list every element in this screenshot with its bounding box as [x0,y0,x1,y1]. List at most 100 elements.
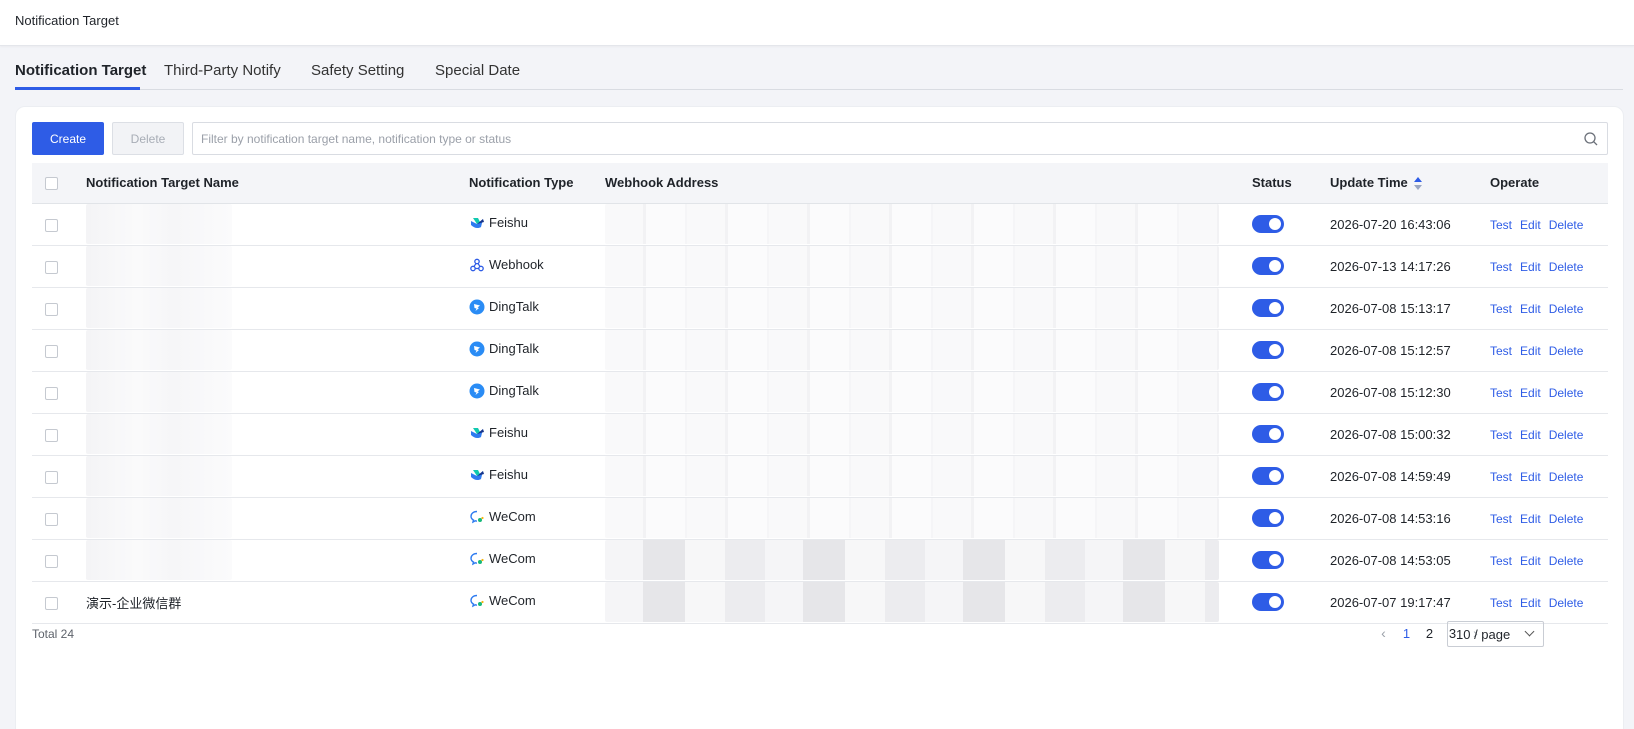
update-time: 2026-07-07 19:17:47 [1320,581,1480,624]
create-button[interactable]: Create [32,122,104,155]
status-toggle[interactable] [1252,551,1284,569]
row-checkbox[interactable] [45,470,58,484]
target-name [72,455,462,498]
status-toggle[interactable] [1252,383,1284,401]
search-input[interactable] [201,123,1571,154]
status-cell [1244,497,1320,540]
search-icon[interactable] [1583,131,1599,147]
table-body: Feishu 2026-07-20 16:43:06 Test Edit Delet… [32,203,1608,624]
delete-link[interactable]: Delete [1549,554,1584,568]
test-link[interactable]: Test [1490,470,1512,484]
edit-link[interactable]: Edit [1520,470,1541,484]
webhook-address [600,371,1244,414]
edit-link[interactable]: Edit [1520,344,1541,358]
row-checkbox-cell [32,287,72,330]
delete-link[interactable]: Delete [1549,302,1584,316]
target-name [72,413,462,456]
delete-link[interactable]: Delete [1549,344,1584,358]
webhook-address [600,539,1244,582]
operate-cell: Test Edit Delete [1480,329,1608,372]
row-checkbox-cell [32,497,72,540]
notification-type-label: Feishu [489,215,529,230]
webhook-address [600,413,1244,456]
update-time: 2026-07-20 16:43:06 [1320,203,1480,246]
row-checkbox[interactable] [45,428,58,442]
test-link[interactable]: Test [1490,554,1512,568]
page-2-button[interactable]: 2 [1418,626,1441,641]
update-time: 2026-07-08 15:12:30 [1320,371,1480,414]
status-toggle[interactable] [1252,257,1284,275]
edit-link[interactable]: Edit [1520,428,1541,442]
test-link[interactable]: Test [1490,428,1512,442]
top-bar: Notification Target [0,0,1634,46]
notification-type: WeCom [462,539,600,582]
row-checkbox-cell [32,581,72,624]
row-checkbox[interactable] [45,554,58,568]
status-toggle[interactable] [1252,215,1284,233]
row-checkbox-cell [32,329,72,372]
edit-link[interactable]: Edit [1520,386,1541,400]
operate-cell: Test Edit Delete [1480,245,1608,288]
row-checkbox[interactable] [45,386,58,400]
status-cell [1244,413,1320,456]
delete-link[interactable]: Delete [1549,386,1584,400]
edit-link[interactable]: Edit [1520,596,1541,610]
notification-type: Feishu [462,203,600,246]
update-time: 2026-07-08 14:53:16 [1320,497,1480,540]
delete-link[interactable]: Delete [1549,260,1584,274]
delete-link[interactable]: Delete [1549,596,1584,610]
status-toggle[interactable] [1252,299,1284,317]
header-update-time[interactable]: Update Time [1320,163,1480,204]
delete-link[interactable]: Delete [1549,218,1584,232]
tab-third-party-notify[interactable]: Third-Party Notify [164,62,281,79]
status-toggle[interactable] [1252,593,1284,611]
test-link[interactable]: Test [1490,386,1512,400]
notification-type-label: WeCom [489,509,536,524]
redacted-webhook [605,540,1219,580]
sort-icon[interactable] [1413,176,1422,191]
edit-link[interactable]: Edit [1520,554,1541,568]
page-size-select[interactable]: 10 / page [1447,621,1544,647]
edit-link[interactable]: Edit [1520,218,1541,232]
edit-link[interactable]: Edit [1520,512,1541,526]
edit-link[interactable]: Edit [1520,260,1541,274]
test-link[interactable]: Test [1490,344,1512,358]
status-toggle[interactable] [1252,467,1284,485]
row-checkbox[interactable] [45,344,58,358]
operate-cell: Test Edit Delete [1480,455,1608,498]
test-link[interactable]: Test [1490,596,1512,610]
row-checkbox[interactable] [45,512,58,526]
row-checkbox[interactable] [45,218,58,232]
status-cell [1244,329,1320,372]
page-1-button[interactable]: 1 [1395,626,1418,641]
select-all-cell [32,163,72,204]
webhook-icon [469,257,485,273]
row-checkbox[interactable] [45,302,58,316]
header-update-time-label: Update Time [1330,174,1408,190]
edit-link[interactable]: Edit [1520,302,1541,316]
tab-special-date[interactable]: Special Date [435,62,520,79]
delete-button[interactable]: Delete [112,122,184,155]
target-name [72,371,462,414]
delete-link[interactable]: Delete [1549,428,1584,442]
redacted-name [86,288,232,328]
test-link[interactable]: Test [1490,260,1512,274]
test-link[interactable]: Test [1490,302,1512,316]
content-card: Create Delete Notification Target Name N… [15,106,1624,729]
test-link[interactable]: Test [1490,512,1512,526]
row-checkbox[interactable] [45,260,58,274]
delete-link[interactable]: Delete [1549,470,1584,484]
status-toggle[interactable] [1252,341,1284,359]
status-cell [1244,581,1320,624]
prev-page-button[interactable]: ‹ [1372,625,1395,641]
header-type: Notification Type [462,163,600,204]
status-toggle[interactable] [1252,425,1284,443]
test-link[interactable]: Test [1490,218,1512,232]
row-checkbox[interactable] [45,596,58,610]
status-toggle[interactable] [1252,509,1284,527]
tab-notification-target[interactable]: Notification Target [15,62,146,79]
notification-type-label: WeCom [489,593,536,608]
tab-safety-setting[interactable]: Safety Setting [311,62,404,79]
delete-link[interactable]: Delete [1549,512,1584,526]
select-all-checkbox[interactable] [45,177,58,191]
